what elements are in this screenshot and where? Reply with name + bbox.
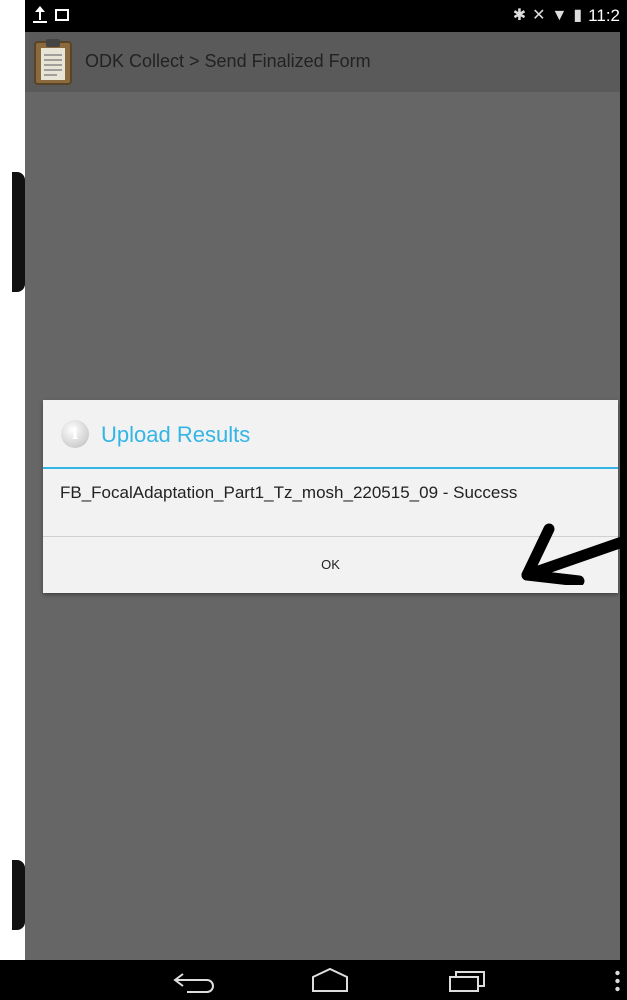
annotation-arrow-icon <box>521 523 627 585</box>
menu-icon[interactable] <box>615 970 620 992</box>
clipboard-icon[interactable] <box>33 38 73 86</box>
image-icon <box>55 9 69 21</box>
mute-icon: ✕ <box>532 7 546 24</box>
battery-icon: ▮ <box>573 7 583 24</box>
left-annotation-mark <box>12 172 25 292</box>
dialog-header: i Upload Results <box>43 400 618 469</box>
home-icon[interactable] <box>310 966 350 994</box>
left-bottom-bar <box>0 960 25 1000</box>
upload-icon <box>33 6 47 24</box>
info-icon: i <box>61 420 89 448</box>
action-bar: ODK Collect > Send Finalized Form <box>25 32 620 92</box>
right-margin <box>620 0 627 1000</box>
status-time: 11:2 <box>588 6 620 25</box>
back-icon[interactable] <box>173 968 219 994</box>
left-annotation-mark <box>12 860 25 930</box>
recent-apps-icon[interactable] <box>447 969 487 993</box>
bluetooth-icon: ✱ <box>512 7 527 24</box>
wifi-icon: ▼ <box>551 7 568 24</box>
left-margin <box>0 0 25 1000</box>
status-bar: ✱ ✕ ▼ ▮ 11:2 <box>25 0 620 32</box>
device-screen: ✱ ✕ ▼ ▮ 11:2 ODK Collect > Send Finalize… <box>25 0 620 1000</box>
dialog-message: FB_FocalAdaptation_Part1_Tz_mosh_220515_… <box>60 483 518 502</box>
page-title: ODK Collect > Send Finalized Form <box>85 51 371 71</box>
dialog-title: Upload Results <box>101 422 251 447</box>
navigation-bar <box>25 960 620 1000</box>
